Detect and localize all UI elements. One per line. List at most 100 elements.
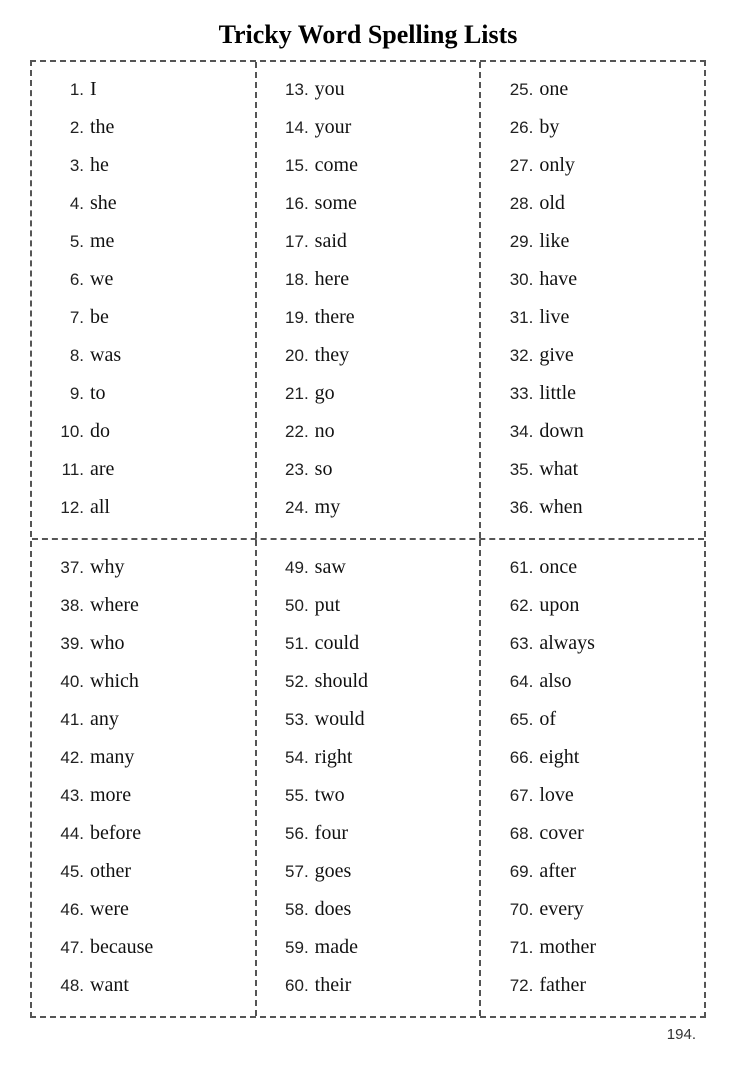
item-word: what — [539, 452, 578, 486]
item-word: have — [539, 262, 577, 296]
list-item: 60.their — [271, 968, 466, 1002]
item-number: 34. — [495, 418, 533, 447]
item-number: 20. — [271, 342, 309, 371]
item-word: you — [315, 72, 345, 106]
item-number: 63. — [495, 630, 533, 659]
list-item: 10.do — [46, 414, 241, 448]
section-2-col-3: 61.once62.upon63.always64.also65.of66.ei… — [481, 540, 704, 1016]
list-item: 5.me — [46, 224, 241, 258]
item-number: 40. — [46, 668, 84, 697]
item-word: which — [90, 664, 139, 698]
item-number: 1. — [46, 76, 84, 105]
item-word: there — [315, 300, 355, 334]
item-word: every — [539, 892, 583, 926]
list-item: 35.what — [495, 452, 690, 486]
item-word: my — [315, 490, 341, 524]
item-number: 52. — [271, 668, 309, 697]
section-1-col-1: 1.I2.the3.he4.she5.me6.we7.be8.was9.to10… — [32, 62, 257, 538]
section-2: 37.why38.where39.who40.which41.any42.man… — [32, 538, 704, 1016]
list-item: 63.always — [495, 626, 690, 660]
item-number: 68. — [495, 820, 533, 849]
item-number: 46. — [46, 896, 84, 925]
list-item: 71.mother — [495, 930, 690, 964]
item-number: 9. — [46, 380, 84, 409]
list-item: 18.here — [271, 262, 466, 296]
list-item: 15.come — [271, 148, 466, 182]
item-number: 14. — [271, 114, 309, 143]
section-2-col-2: 49.saw50.put51.could52.should53.would54.… — [257, 540, 482, 1016]
list-item: 23.so — [271, 452, 466, 486]
item-word: mother — [539, 930, 596, 964]
item-number: 30. — [495, 266, 533, 295]
item-number: 72. — [495, 972, 533, 1001]
item-number: 70. — [495, 896, 533, 925]
item-word: could — [315, 626, 359, 660]
item-word: was — [90, 338, 121, 372]
item-number: 50. — [271, 592, 309, 621]
item-word: of — [539, 702, 556, 736]
list-item: 6.we — [46, 262, 241, 296]
list-item: 40.which — [46, 664, 241, 698]
list-item: 41.any — [46, 702, 241, 736]
list-item: 52.should — [271, 664, 466, 698]
item-number: 33. — [495, 380, 533, 409]
list-item: 68.cover — [495, 816, 690, 850]
item-number: 59. — [271, 934, 309, 963]
item-number: 19. — [271, 304, 309, 333]
item-word: because — [90, 930, 153, 964]
item-number: 64. — [495, 668, 533, 697]
item-number: 65. — [495, 706, 533, 735]
item-number: 67. — [495, 782, 533, 811]
item-word: give — [539, 338, 573, 372]
list-item: 59.made — [271, 930, 466, 964]
item-word: she — [90, 186, 117, 220]
list-item: 51.could — [271, 626, 466, 660]
item-word: who — [90, 626, 124, 660]
list-item: 4.she — [46, 186, 241, 220]
item-number: 53. — [271, 706, 309, 735]
item-word: your — [315, 110, 352, 144]
item-word: eight — [539, 740, 579, 774]
item-number: 35. — [495, 456, 533, 485]
item-word: go — [315, 376, 335, 410]
section-1: 1.I2.the3.he4.she5.me6.we7.be8.was9.to10… — [32, 62, 704, 538]
item-number: 2. — [46, 114, 84, 143]
item-word: many — [90, 740, 134, 774]
list-item: 27.only — [495, 148, 690, 182]
item-number: 45. — [46, 858, 84, 887]
list-item: 31.live — [495, 300, 690, 334]
list-item: 7.be — [46, 300, 241, 334]
list-item: 56.four — [271, 816, 466, 850]
item-number: 60. — [271, 972, 309, 1001]
item-word: old — [539, 186, 565, 220]
list-item: 25.one — [495, 72, 690, 106]
list-item: 47.because — [46, 930, 241, 964]
item-word: said — [315, 224, 347, 258]
list-item: 36.when — [495, 490, 690, 524]
list-item: 28.old — [495, 186, 690, 220]
item-number: 43. — [46, 782, 84, 811]
item-number: 25. — [495, 76, 533, 105]
list-item: 70.every — [495, 892, 690, 926]
list-item: 9.to — [46, 376, 241, 410]
item-word: love — [539, 778, 573, 812]
item-word: like — [539, 224, 569, 258]
item-word: little — [539, 376, 576, 410]
item-number: 24. — [271, 494, 309, 523]
item-number: 51. — [271, 630, 309, 659]
item-word: other — [90, 854, 131, 888]
item-number: 27. — [495, 152, 533, 181]
item-number: 71. — [495, 934, 533, 963]
item-word: should — [315, 664, 368, 698]
list-item: 2.the — [46, 110, 241, 144]
list-item: 55.two — [271, 778, 466, 812]
item-number: 58. — [271, 896, 309, 925]
list-item: 44.before — [46, 816, 241, 850]
item-word: where — [90, 588, 139, 622]
word-lists-container: 1.I2.the3.he4.she5.me6.we7.be8.was9.to10… — [30, 60, 706, 1018]
item-number: 17. — [271, 228, 309, 257]
list-item: 34.down — [495, 414, 690, 448]
item-number: 10. — [46, 418, 84, 447]
item-number: 54. — [271, 744, 309, 773]
item-number: 26. — [495, 114, 533, 143]
